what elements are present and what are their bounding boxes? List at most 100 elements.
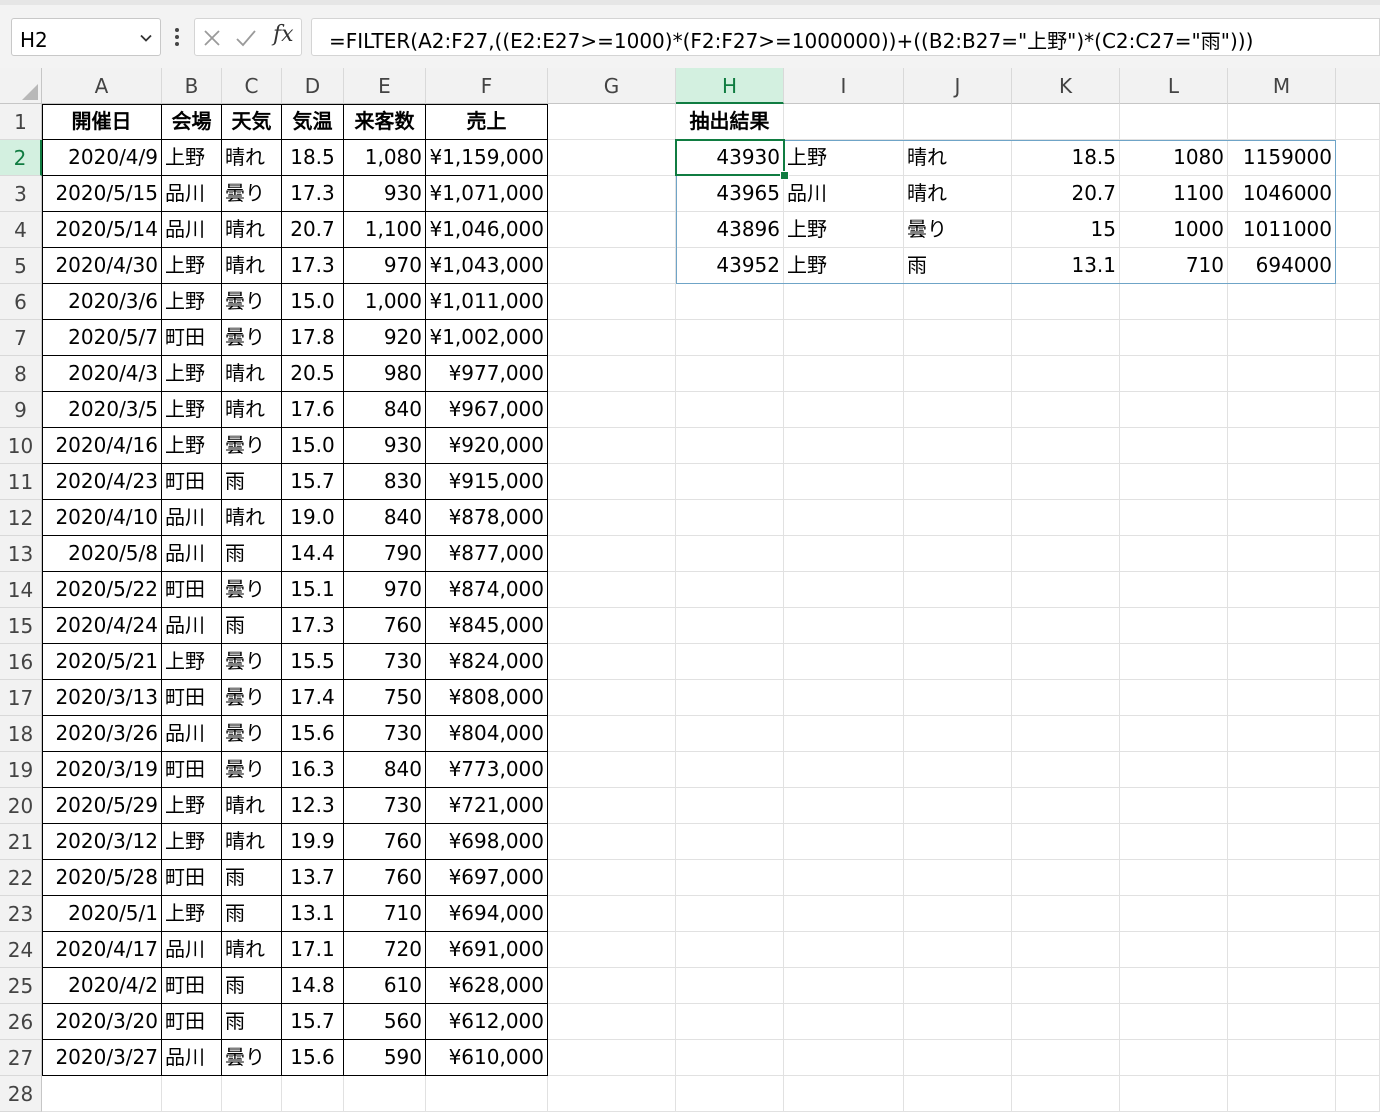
table-cell[interactable]: 上野 <box>162 356 222 392</box>
table-cell[interactable]: 町田 <box>162 572 222 608</box>
grid-cell[interactable] <box>1228 392 1336 428</box>
grid-cell[interactable] <box>1336 968 1380 1004</box>
table-cell[interactable]: 17.6 <box>282 392 344 428</box>
table-cell[interactable]: 町田 <box>162 464 222 500</box>
column-header-l[interactable]: L <box>1120 68 1228 104</box>
table-cell[interactable]: 雨 <box>222 896 282 932</box>
grid-cell[interactable] <box>548 392 676 428</box>
table-cell[interactable]: 18.5 <box>282 140 344 176</box>
table-cell[interactable]: 曇り <box>222 176 282 212</box>
grid-cell[interactable] <box>676 320 784 356</box>
grid-cell[interactable] <box>904 500 1012 536</box>
grid-cell[interactable] <box>1336 428 1380 464</box>
formula-input[interactable]: =FILTER(A2:F27,((E2:E27>=1000)*(F2:F27>=… <box>311 18 1380 56</box>
table-cell[interactable]: 雨 <box>222 860 282 896</box>
grid-cell[interactable] <box>548 1004 676 1040</box>
grid-cell[interactable] <box>784 104 904 140</box>
table-cell[interactable]: 15.1 <box>282 572 344 608</box>
grid-cell[interactable] <box>548 680 676 716</box>
table-header-cell[interactable]: 会場 <box>162 104 222 140</box>
grid-cell[interactable] <box>1012 824 1120 860</box>
grid-cell[interactable] <box>676 716 784 752</box>
column-header-h[interactable]: H <box>676 68 784 104</box>
grid-cell[interactable] <box>904 608 1012 644</box>
table-cell[interactable]: 町田 <box>162 1004 222 1040</box>
grid-cell[interactable] <box>1228 320 1336 356</box>
grid-cell[interactable] <box>1012 1004 1120 1040</box>
grid-cell[interactable] <box>904 1004 1012 1040</box>
table-cell[interactable]: 2020/4/24 <box>42 608 162 644</box>
table-cell[interactable]: 16.3 <box>282 752 344 788</box>
grid-cell[interactable] <box>1012 968 1120 1004</box>
table-cell[interactable]: ¥874,000 <box>426 572 548 608</box>
table-cell[interactable]: 970 <box>344 248 426 284</box>
grid-cell[interactable] <box>904 680 1012 716</box>
table-cell[interactable]: 晴れ <box>222 356 282 392</box>
table-cell[interactable]: 上野 <box>162 140 222 176</box>
table-cell[interactable]: 品川 <box>162 932 222 968</box>
row-header-1[interactable]: 1 <box>0 104 42 140</box>
table-header-cell[interactable]: 天気 <box>222 104 282 140</box>
grid-cell[interactable] <box>1336 824 1380 860</box>
table-cell[interactable]: ¥694,000 <box>426 896 548 932</box>
row-header-18[interactable]: 18 <box>0 716 42 752</box>
result-cell[interactable]: 雨 <box>904 248 1012 284</box>
table-cell[interactable]: 品川 <box>162 1040 222 1076</box>
table-cell[interactable]: 晴れ <box>222 248 282 284</box>
result-cell[interactable]: 上野 <box>784 212 904 248</box>
table-cell[interactable]: 970 <box>344 572 426 608</box>
grid-cell[interactable] <box>1228 104 1336 140</box>
grid-cell[interactable] <box>1228 572 1336 608</box>
grid-cell[interactable] <box>1336 1004 1380 1040</box>
grid-cell[interactable] <box>548 788 676 824</box>
table-cell[interactable]: 品川 <box>162 212 222 248</box>
row-header-27[interactable]: 27 <box>0 1040 42 1076</box>
grid-cell[interactable] <box>904 644 1012 680</box>
table-cell[interactable]: 1,080 <box>344 140 426 176</box>
grid-cell[interactable] <box>1228 500 1336 536</box>
grid-cell[interactable] <box>1120 1004 1228 1040</box>
table-cell[interactable]: 晴れ <box>222 500 282 536</box>
grid-cell[interactable] <box>1012 608 1120 644</box>
result-cell[interactable]: 43930 <box>676 140 784 176</box>
result-cell[interactable]: 上野 <box>784 140 904 176</box>
table-cell[interactable]: 15.7 <box>282 1004 344 1040</box>
grid-cell[interactable] <box>784 968 904 1004</box>
grid-cell[interactable] <box>1120 572 1228 608</box>
table-cell[interactable]: ¥845,000 <box>426 608 548 644</box>
grid-cell[interactable] <box>1336 932 1380 968</box>
row-header-5[interactable]: 5 <box>0 248 42 284</box>
result-cell[interactable]: 710 <box>1120 248 1228 284</box>
grid-cell[interactable] <box>548 104 676 140</box>
grid-cell[interactable] <box>904 356 1012 392</box>
table-cell[interactable]: 17.3 <box>282 176 344 212</box>
result-cell[interactable]: 1080 <box>1120 140 1228 176</box>
fill-handle[interactable] <box>780 171 789 180</box>
grid-cell[interactable] <box>1336 680 1380 716</box>
table-cell[interactable]: ¥1,011,000 <box>426 284 548 320</box>
table-cell[interactable]: 町田 <box>162 320 222 356</box>
table-cell[interactable]: 15.7 <box>282 464 344 500</box>
grid-cell[interactable] <box>1012 788 1120 824</box>
grid-cell[interactable] <box>676 860 784 896</box>
name-box[interactable]: H2 <box>11 18 161 56</box>
table-cell[interactable]: 品川 <box>162 608 222 644</box>
grid-cell[interactable] <box>548 320 676 356</box>
grid-cell[interactable] <box>548 212 676 248</box>
row-header-15[interactable]: 15 <box>0 608 42 644</box>
grid-cell[interactable] <box>1228 1040 1336 1076</box>
row-header-13[interactable]: 13 <box>0 536 42 572</box>
row-header-22[interactable]: 22 <box>0 860 42 896</box>
grid-cell[interactable] <box>676 284 784 320</box>
table-cell[interactable]: 上野 <box>162 284 222 320</box>
grid-cell[interactable] <box>1228 824 1336 860</box>
row-header-12[interactable]: 12 <box>0 500 42 536</box>
grid-cell[interactable] <box>1120 428 1228 464</box>
grid-cell[interactable] <box>1120 824 1228 860</box>
table-cell[interactable]: 13.1 <box>282 896 344 932</box>
grid-cell[interactable] <box>1120 860 1228 896</box>
grid-cell[interactable] <box>904 932 1012 968</box>
column-header-e[interactable]: E <box>344 68 426 104</box>
table-cell[interactable]: 雨 <box>222 464 282 500</box>
row-header-20[interactable]: 20 <box>0 788 42 824</box>
